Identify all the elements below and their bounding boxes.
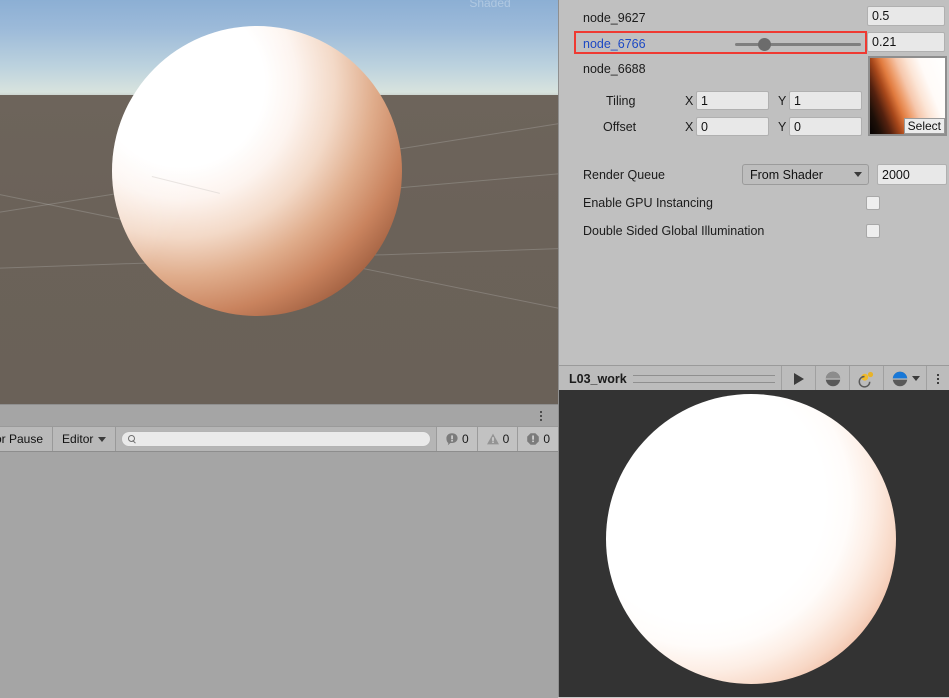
material-preview-sphere[interactable] — [606, 394, 896, 684]
scene-sphere-object[interactable] — [112, 26, 402, 316]
material-preview-panel: L03_work — [558, 365, 949, 697]
material-name-label: L03_work — [569, 371, 627, 386]
more-options-icon — [937, 373, 939, 384]
log-message-icon — [446, 433, 458, 446]
slider-handle[interactable] — [758, 38, 771, 51]
double-sided-gi-label: Double Sided Global Illumination — [583, 224, 765, 238]
tiling-x-value: 1 — [701, 93, 708, 108]
console-more-options-icon[interactable] — [534, 408, 548, 424]
tiling-label: Tiling — [606, 94, 636, 108]
render-queue-dropdown-value: From Shader — [750, 167, 823, 182]
property-label-node_6688[interactable]: node_6688 — [583, 62, 646, 76]
tiling-y-axis-label: Y — [778, 94, 787, 108]
slider-track — [735, 43, 861, 46]
warning-icon — [486, 433, 499, 445]
chevron-down-icon — [854, 172, 862, 177]
preview-mesh-button[interactable] — [815, 366, 849, 391]
offset-y-value: 0 — [794, 119, 801, 134]
search-input[interactable] — [141, 432, 424, 446]
error-icon — [527, 433, 540, 445]
offset-x-value: 0 — [701, 119, 708, 134]
preview-options-button[interactable] — [926, 366, 949, 391]
console-toolbar: Error Pause Editor 0 — [0, 426, 558, 452]
console-search-area — [116, 427, 436, 451]
console-log-filter-label: Editor — [62, 432, 94, 446]
unity-editor-window: Shaded Error Pause Editor — [0, 0, 949, 698]
log-count-value: 0 — [461, 432, 469, 446]
tiling-y-value: 1 — [794, 93, 801, 108]
offset-y-axis-label: Y — [778, 120, 787, 134]
property-slider-node_6766[interactable] — [735, 37, 861, 51]
chevron-down-icon — [98, 436, 107, 442]
material-inspector: node_9627 0.5 node_6766 0.21 node_6688 S… — [558, 0, 949, 365]
preview-type-button[interactable] — [883, 366, 926, 391]
console-error-count[interactable]: 0 — [517, 427, 558, 451]
render-queue-number-field[interactable]: 2000 — [877, 164, 947, 185]
property-label-node_9627[interactable]: node_9627 — [583, 11, 646, 25]
property-value-node_9627[interactable]: 0.5 — [867, 6, 945, 26]
render-queue-dropdown[interactable]: From Shader — [742, 164, 869, 185]
property-value-node_6766[interactable]: 0.21 — [867, 32, 945, 52]
console-tab-strip — [0, 405, 558, 426]
gpu-instancing-label: Enable GPU Instancing — [583, 196, 713, 210]
offset-x-axis-label: X — [685, 120, 694, 134]
offset-y-field[interactable]: 0 — [789, 117, 862, 136]
sphere-icon — [825, 371, 840, 386]
property-label-node_6766[interactable]: node_6766 — [583, 37, 646, 51]
preview-lighting-button[interactable] — [849, 366, 883, 391]
tiling-x-field[interactable]: 1 — [696, 91, 769, 110]
render-queue-number-value: 2000 — [882, 167, 910, 182]
sphere-blue-icon — [892, 371, 907, 386]
offset-x-field[interactable]: 0 — [696, 117, 769, 136]
scene-view[interactable]: Shaded — [0, 0, 558, 404]
toolbar-divider-rule — [632, 374, 775, 383]
search-icon — [128, 434, 137, 444]
material-preview-toolbar: L03_work — [559, 365, 949, 392]
texture-select-button[interactable]: Select — [903, 118, 945, 134]
console-warning-count[interactable]: 0 — [476, 427, 518, 451]
tiling-x-axis-label: X — [685, 94, 694, 108]
property-value-text: 0.5 — [872, 9, 890, 23]
console-panel: Error Pause Editor 0 — [0, 404, 558, 698]
console-log-filter-dropdown[interactable]: Editor — [53, 427, 117, 451]
texture-thumbnail[interactable]: Select — [868, 56, 947, 136]
console-search-field[interactable] — [121, 431, 431, 447]
chevron-down-icon — [911, 376, 920, 381]
warning-count-value: 0 — [502, 432, 510, 446]
console-log-count[interactable]: 0 — [435, 427, 477, 451]
gpu-instancing-checkbox[interactable] — [866, 196, 880, 210]
error-pause-button[interactable]: Error Pause — [0, 427, 54, 451]
light-icon — [858, 371, 873, 388]
property-value-text: 0.21 — [872, 35, 897, 49]
material-preview-stage[interactable] — [559, 390, 949, 697]
preview-play-button[interactable] — [781, 366, 815, 391]
double-sided-gi-checkbox[interactable] — [866, 224, 880, 238]
offset-label: Offset — [603, 120, 637, 134]
play-icon — [793, 372, 804, 385]
console-log-list[interactable] — [0, 451, 558, 698]
render-queue-label: Render Queue — [583, 168, 666, 182]
tiling-y-field[interactable]: 1 — [789, 91, 862, 110]
error-count-value: 0 — [543, 432, 550, 446]
